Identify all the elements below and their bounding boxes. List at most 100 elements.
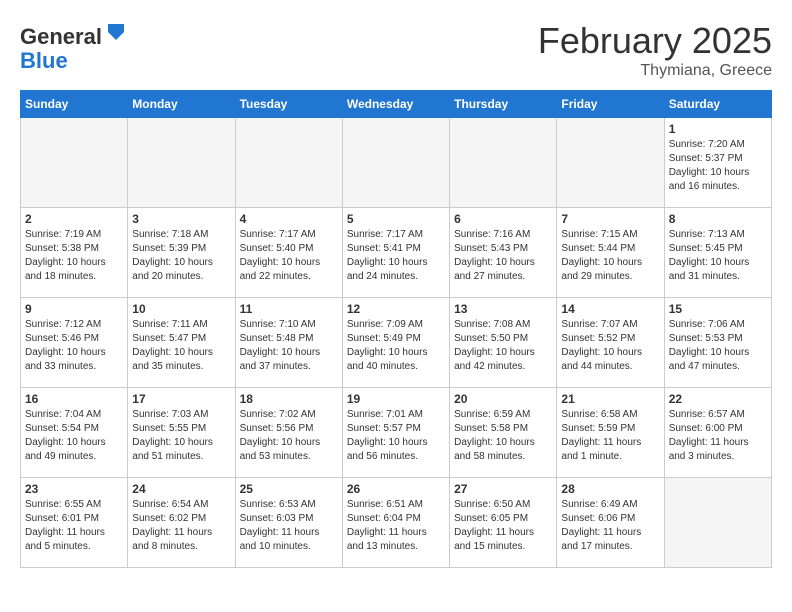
day-info: Sunrise: 7:15 AM Sunset: 5:44 PM Dayligh… — [561, 228, 659, 284]
day-info: Sunrise: 7:19 AM Sunset: 5:38 PM Dayligh… — [25, 228, 123, 284]
calendar-cell — [450, 118, 557, 208]
day-info: Sunrise: 7:04 AM Sunset: 5:54 PM Dayligh… — [25, 408, 123, 464]
logo-icon — [104, 20, 128, 44]
calendar-cell: 26Sunrise: 6:51 AM Sunset: 6:04 PM Dayli… — [342, 478, 449, 568]
day-number: 22 — [669, 392, 767, 406]
day-number: 16 — [25, 392, 123, 406]
day-info: Sunrise: 7:17 AM Sunset: 5:41 PM Dayligh… — [347, 228, 445, 284]
day-info: Sunrise: 7:16 AM Sunset: 5:43 PM Dayligh… — [454, 228, 552, 284]
day-number: 10 — [132, 302, 230, 316]
day-number: 26 — [347, 482, 445, 496]
calendar-cell: 14 Sunrise: 7:07 AM Sunset: 5:52 PM Dayli… — [557, 298, 664, 388]
day-info: Sunrise: 7:06 AM Sunset: 5:53 PM Dayligh… — [669, 318, 767, 374]
calendar-cell — [342, 118, 449, 208]
day-number: 28 — [561, 482, 659, 496]
calendar-table: SundayMondayTuesdayWednesdayThursdayFrid… — [20, 90, 772, 568]
day-header-wednesday: Wednesday — [342, 91, 449, 118]
day-number: 14 — [561, 302, 659, 316]
day-number: 13 — [454, 302, 552, 316]
day-info: Sunrise: 6:54 AM Sunset: 6:02 PM Dayligh… — [132, 498, 230, 554]
calendar-cell: 17 Sunrise: 7:03 AM Sunset: 5:55 PM Dayli… — [128, 388, 235, 478]
day-number: 7 — [561, 212, 659, 226]
calendar-cell: 22 Sunrise: 6:57 AM Sunset: 6:00 PM Dayli… — [664, 388, 771, 478]
day-info: Sunrise: 7:12 AM Sunset: 5:46 PM Dayligh… — [25, 318, 123, 374]
day-info: Sunrise: 7:10 AM Sunset: 5:48 PM Dayligh… — [240, 318, 338, 374]
day-header-thursday: Thursday — [450, 91, 557, 118]
day-info: Sunrise: 7:09 AM Sunset: 5:49 PM Dayligh… — [347, 318, 445, 374]
calendar-cell: 2 Sunrise: 7:19 AM Sunset: 5:38 PM Daylig… — [21, 208, 128, 298]
day-number: 2 — [25, 212, 123, 226]
calendar-cell: 5 Sunrise: 7:17 AM Sunset: 5:41 PM Daylig… — [342, 208, 449, 298]
calendar-cell: 27 Sunrise: 6:50 AM Sunset: 6:05 PM Dayli… — [450, 478, 557, 568]
day-number: 3 — [132, 212, 230, 226]
day-number: 18 — [240, 392, 338, 406]
day-info: Sunrise: 7:13 AM Sunset: 5:45 PM Dayligh… — [669, 228, 767, 284]
day-info: Sunrise: 7:18 AM Sunset: 5:39 PM Dayligh… — [132, 228, 230, 284]
title-block: February 2025 Thymiana, Greece — [538, 20, 772, 80]
day-info: Sunrise: 7:02 AM Sunset: 5:56 PM Dayligh… — [240, 408, 338, 464]
calendar-week-4: 16 Sunrise: 7:04 AM Sunset: 5:54 PM Dayli… — [21, 388, 772, 478]
calendar-cell: 13 Sunrise: 7:08 AM Sunset: 5:50 PM Dayli… — [450, 298, 557, 388]
day-number: 8 — [669, 212, 767, 226]
logo: General Blue — [20, 20, 128, 73]
calendar-cell: 25Sunrise: 6:53 AM Sunset: 6:03 PM Dayli… — [235, 478, 342, 568]
calendar-cell: 18 Sunrise: 7:02 AM Sunset: 5:56 PM Dayli… — [235, 388, 342, 478]
calendar-week-5: 23 Sunrise: 6:55 AM Sunset: 6:01 PM Dayli… — [21, 478, 772, 568]
day-info: Sunrise: 7:11 AM Sunset: 5:47 PM Dayligh… — [132, 318, 230, 374]
day-number: 27 — [454, 482, 552, 496]
calendar-cell: 3 Sunrise: 7:18 AM Sunset: 5:39 PM Daylig… — [128, 208, 235, 298]
day-number: 23 — [25, 482, 123, 496]
calendar-cell: 15 Sunrise: 7:06 AM Sunset: 5:53 PM Dayli… — [664, 298, 771, 388]
day-header-friday: Friday — [557, 91, 664, 118]
calendar-cell: 9 Sunrise: 7:12 AM Sunset: 5:46 PM Daylig… — [21, 298, 128, 388]
day-number: 6 — [454, 212, 552, 226]
calendar-cell: 12 Sunrise: 7:09 AM Sunset: 5:49 PM Dayli… — [342, 298, 449, 388]
day-info: Sunrise: 7:17 AM Sunset: 5:40 PM Dayligh… — [240, 228, 338, 284]
calendar-cell: 7 Sunrise: 7:15 AM Sunset: 5:44 PM Daylig… — [557, 208, 664, 298]
day-number: 9 — [25, 302, 123, 316]
calendar-week-1: 1Sunrise: 7:20 AM Sunset: 5:37 PM Daylig… — [21, 118, 772, 208]
day-number: 24 — [132, 482, 230, 496]
month-title: February 2025 — [538, 20, 772, 62]
calendar-cell: 8 Sunrise: 7:13 AM Sunset: 5:45 PM Daylig… — [664, 208, 771, 298]
day-number: 20 — [454, 392, 552, 406]
logo-blue-text: Blue — [20, 48, 68, 73]
day-info: Sunrise: 7:20 AM Sunset: 5:37 PM Dayligh… — [669, 138, 767, 194]
calendar-cell: 21 Sunrise: 6:58 AM Sunset: 5:59 PM Dayli… — [557, 388, 664, 478]
day-number: 15 — [669, 302, 767, 316]
calendar-cell — [235, 118, 342, 208]
day-number: 11 — [240, 302, 338, 316]
day-info: Sunrise: 6:49 AM Sunset: 6:06 PM Dayligh… — [561, 498, 659, 554]
day-number: 5 — [347, 212, 445, 226]
day-info: Sunrise: 7:07 AM Sunset: 5:52 PM Dayligh… — [561, 318, 659, 374]
day-info: Sunrise: 6:58 AM Sunset: 5:59 PM Dayligh… — [561, 408, 659, 464]
day-header-saturday: Saturday — [664, 91, 771, 118]
calendar-cell — [21, 118, 128, 208]
day-info: Sunrise: 6:55 AM Sunset: 6:01 PM Dayligh… — [25, 498, 123, 554]
day-info: Sunrise: 7:08 AM Sunset: 5:50 PM Dayligh… — [454, 318, 552, 374]
day-info: Sunrise: 6:50 AM Sunset: 6:05 PM Dayligh… — [454, 498, 552, 554]
calendar-cell: 19Sunrise: 7:01 AM Sunset: 5:57 PM Dayli… — [342, 388, 449, 478]
logo-general-text: General — [20, 24, 102, 49]
day-number: 21 — [561, 392, 659, 406]
calendar-cell: 1Sunrise: 7:20 AM Sunset: 5:37 PM Daylig… — [664, 118, 771, 208]
calendar-cell: 28 Sunrise: 6:49 AM Sunset: 6:06 PM Dayli… — [557, 478, 664, 568]
calendar-cell: 24 Sunrise: 6:54 AM Sunset: 6:02 PM Dayli… — [128, 478, 235, 568]
day-info: Sunrise: 7:03 AM Sunset: 5:55 PM Dayligh… — [132, 408, 230, 464]
day-header-sunday: Sunday — [21, 91, 128, 118]
day-header-monday: Monday — [128, 91, 235, 118]
day-info: Sunrise: 6:53 AM Sunset: 6:03 PM Dayligh… — [240, 498, 338, 554]
day-info: Sunrise: 6:57 AM Sunset: 6:00 PM Dayligh… — [669, 408, 767, 464]
calendar-cell — [664, 478, 771, 568]
page-header: General Blue February 2025 Thymiana, Gre… — [20, 20, 772, 80]
day-number: 12 — [347, 302, 445, 316]
day-number: 4 — [240, 212, 338, 226]
calendar-cell — [557, 118, 664, 208]
day-info: Sunrise: 7:01 AM Sunset: 5:57 PM Dayligh… — [347, 408, 445, 464]
calendar-cell: 10 Sunrise: 7:11 AM Sunset: 5:47 PM Dayli… — [128, 298, 235, 388]
calendar-cell: 11 Sunrise: 7:10 AM Sunset: 5:48 PM Dayli… — [235, 298, 342, 388]
calendar-week-2: 2 Sunrise: 7:19 AM Sunset: 5:38 PM Daylig… — [21, 208, 772, 298]
day-number: 17 — [132, 392, 230, 406]
calendar-cell: 23 Sunrise: 6:55 AM Sunset: 6:01 PM Dayli… — [21, 478, 128, 568]
day-info: Sunrise: 6:59 AM Sunset: 5:58 PM Dayligh… — [454, 408, 552, 464]
